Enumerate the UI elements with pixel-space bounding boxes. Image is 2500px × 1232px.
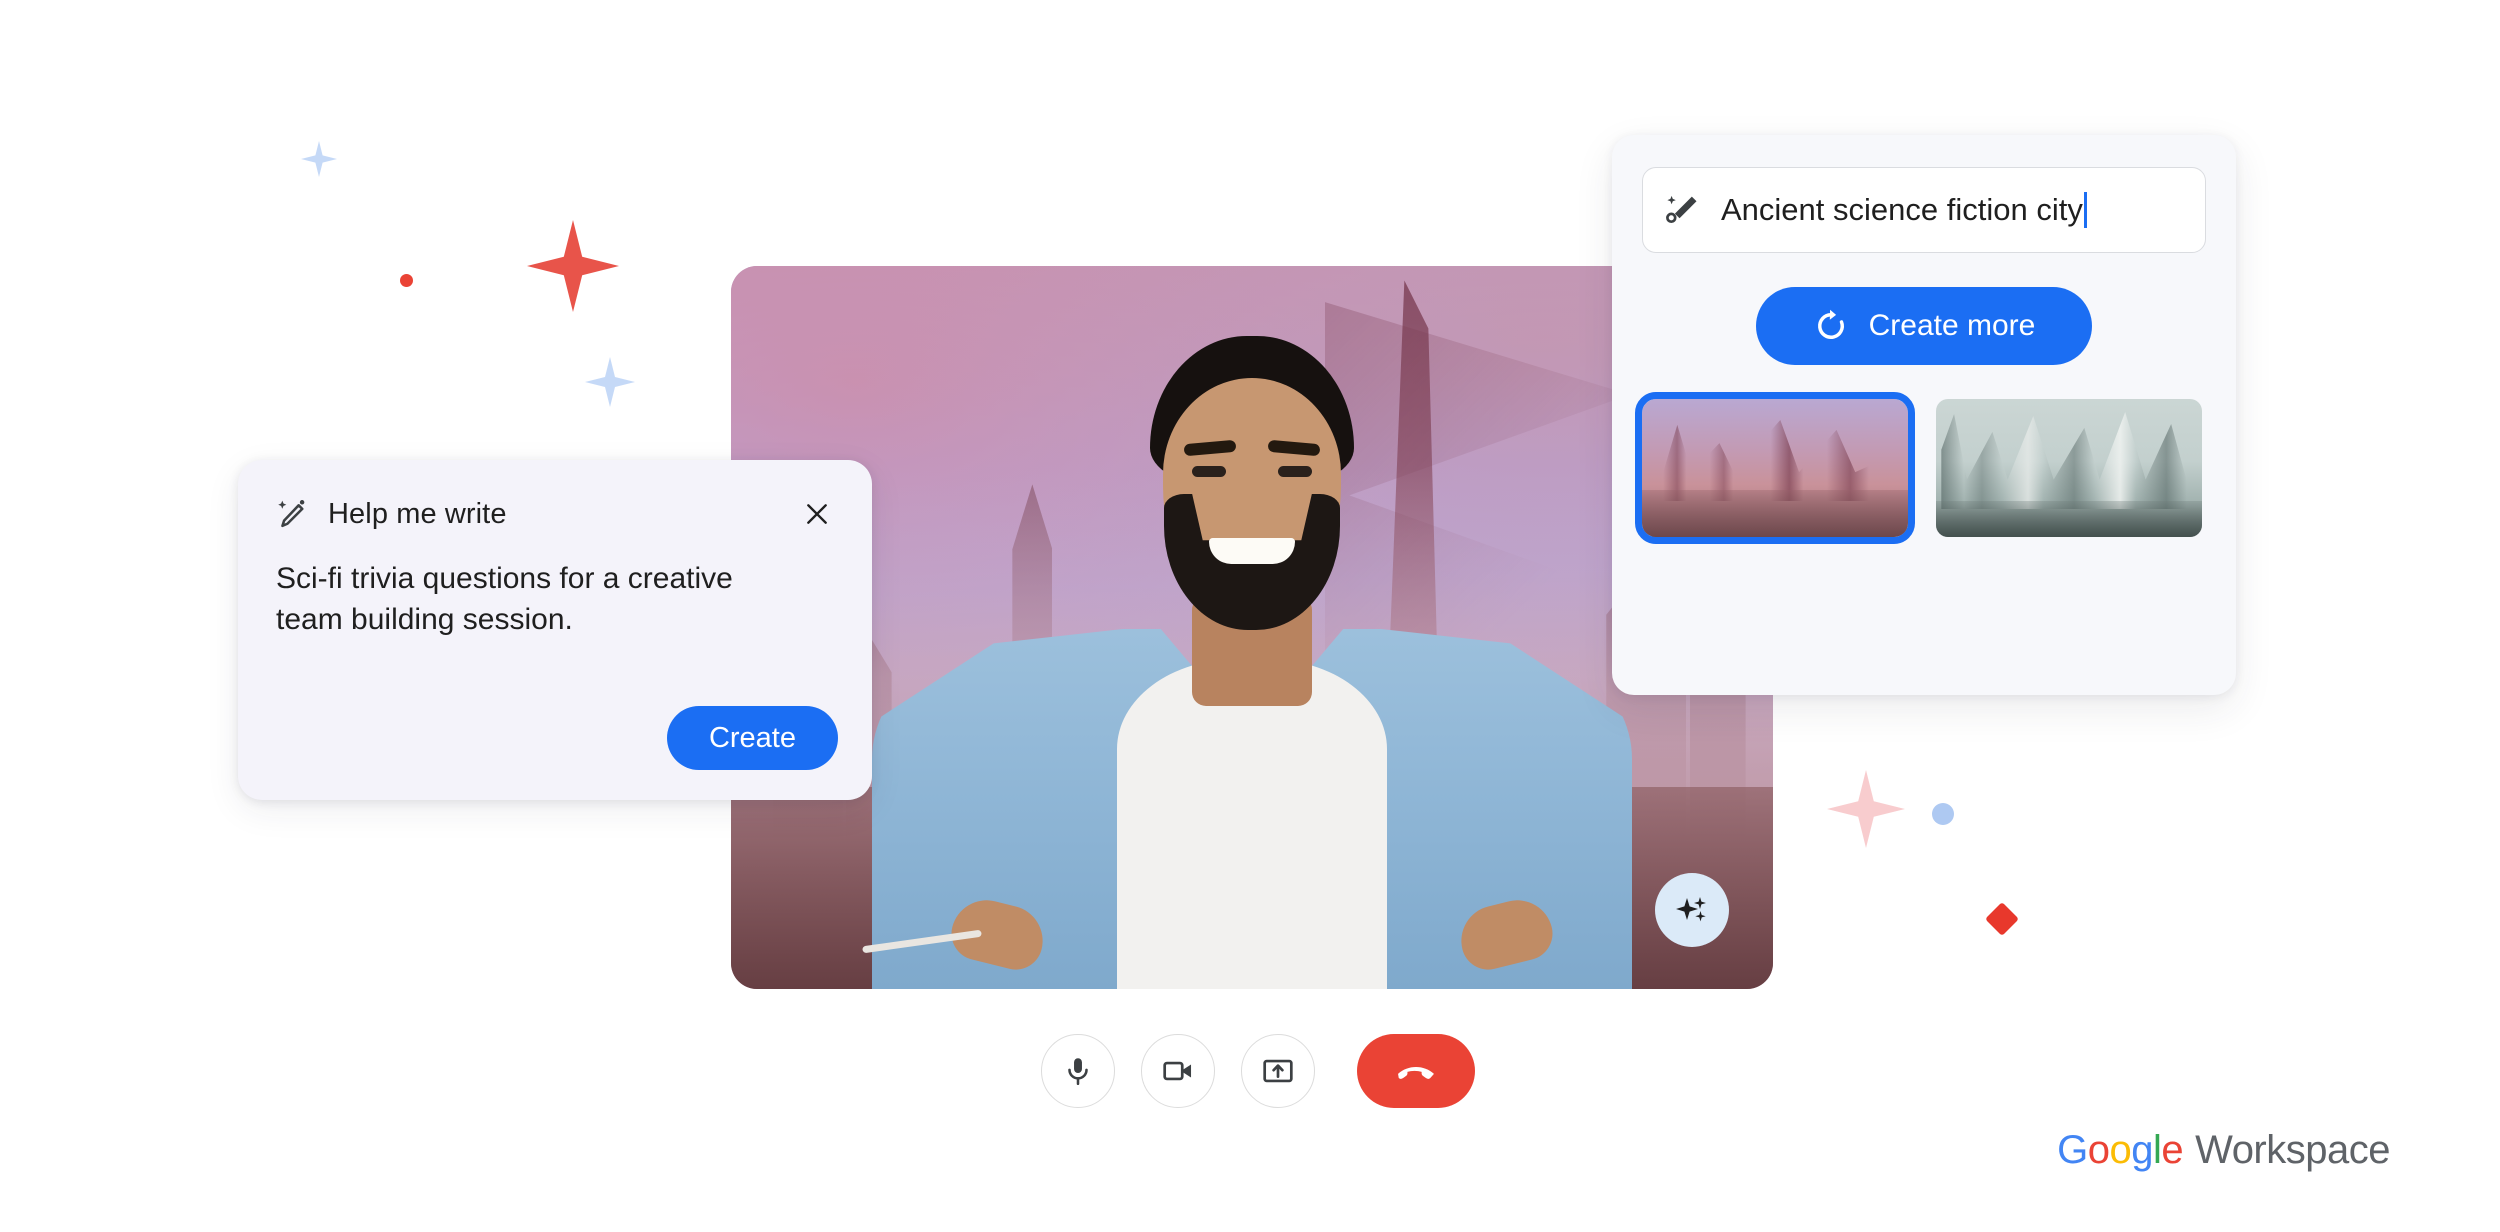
- generated-image-grey-city[interactable]: [1936, 399, 2202, 537]
- image-prompt-input[interactable]: Ancient science fiction city: [1642, 167, 2206, 253]
- sparkle-diamond-red: [1985, 902, 2019, 936]
- logo-letter: g: [2131, 1128, 2154, 1172]
- video-effects-button[interactable]: [1655, 873, 1729, 947]
- phone-hangup-icon: [1398, 1067, 1434, 1079]
- sparkle-dot-red-small: [400, 274, 413, 287]
- logo-letter: o: [2109, 1128, 2132, 1172]
- sparkles-icon: [1676, 897, 1706, 922]
- help-me-write-prompt-text: Sci-fi trivia questions for a creative t…: [276, 562, 733, 637]
- magic-pencil-icon: [278, 500, 305, 528]
- microphone-icon: [1068, 1058, 1088, 1086]
- logo-letter: G: [2057, 1128, 2088, 1172]
- logo-letter: e: [2161, 1128, 2184, 1172]
- generated-image-pink-city[interactable]: [1635, 392, 1915, 544]
- sparkle-star-blue-medium: [585, 357, 635, 407]
- sparkle-star-pink-large: [1827, 770, 1905, 848]
- eye: [1278, 466, 1312, 477]
- magic-wand-icon: [1666, 195, 1697, 224]
- create-more-label: Create more: [1868, 309, 2036, 342]
- help-me-write-title: Help me write: [328, 497, 507, 530]
- sparkle-star-red-large: [527, 220, 619, 312]
- logo-letter: o: [2087, 1128, 2110, 1172]
- google-workspace-logo: Google Workspace: [2057, 1128, 2390, 1173]
- image-generation-panel: Ancient science fiction city Create more: [1612, 135, 2236, 695]
- create-more-button[interactable]: Create more: [1756, 287, 2092, 365]
- close-icon: [807, 504, 827, 524]
- generated-image-thumbnails: [1635, 392, 2206, 544]
- camera-button[interactable]: [1141, 1034, 1215, 1108]
- refresh-icon: [1817, 309, 1844, 339]
- white-tshirt: [1117, 659, 1387, 989]
- smile: [1209, 538, 1295, 564]
- present-button[interactable]: [1241, 1034, 1315, 1108]
- close-button[interactable]: [800, 497, 834, 531]
- image-prompt-value: Ancient science fiction city: [1721, 192, 2083, 227]
- eye: [1192, 466, 1226, 477]
- sparkle-star-blue-small: [301, 141, 337, 177]
- create-button[interactable]: Create: [666, 706, 838, 770]
- sparkle-dot-blue-medium: [1932, 803, 1954, 825]
- video-camera-icon: [1163, 1061, 1192, 1081]
- call-controls-bar: [1041, 1034, 1475, 1108]
- microphone-button[interactable]: [1041, 1034, 1115, 1108]
- text-caret: [2083, 192, 2087, 228]
- end-call-button[interactable]: [1357, 1034, 1475, 1108]
- help-me-write-card: Help me write Sci-fi trivia questions fo…: [238, 460, 872, 800]
- logo-product-name: Workspace: [2195, 1128, 2390, 1172]
- present-screen-icon: [1263, 1059, 1293, 1083]
- help-me-write-header: Help me write: [276, 496, 834, 532]
